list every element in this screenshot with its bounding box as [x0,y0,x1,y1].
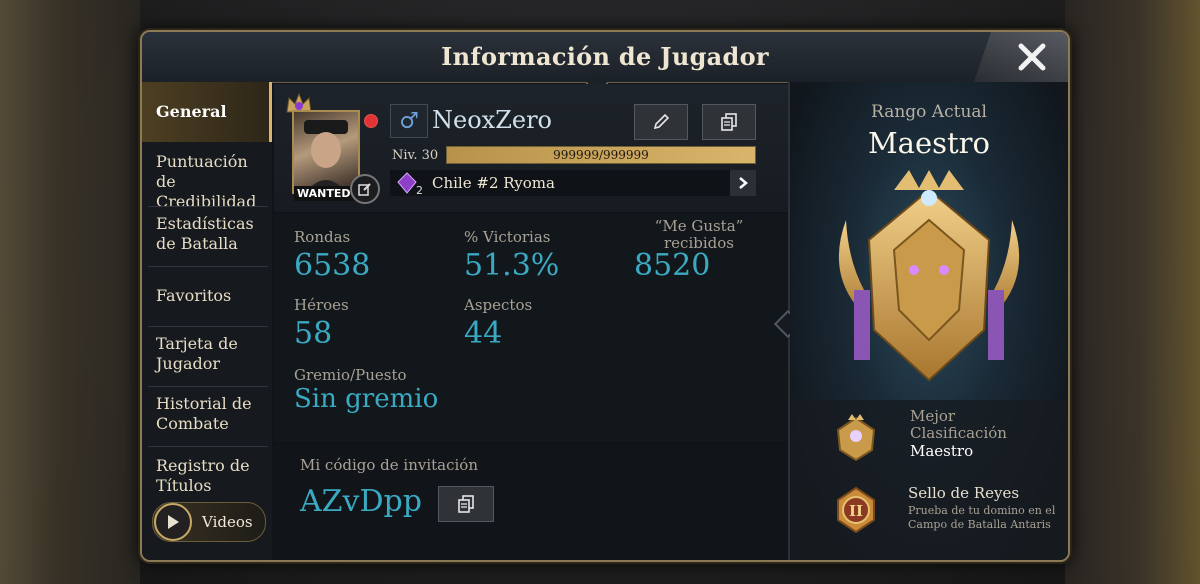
skins-label: Aspectos [464,296,533,314]
sidebar-item-label: Estadísticas de Batalla [156,214,254,253]
invite-label: Mi código de invitación [300,456,478,474]
sidebar-item-label: Favoritos [156,286,232,305]
avatar-image [292,110,360,194]
sidebar-item-label: Registro de Títulos [156,456,250,495]
avatar-tag: WANTED [294,186,354,201]
likes-label: “Me Gusta” recibidos [654,217,744,252]
sidebar-item-label: Tarjeta de Jugador [156,334,238,373]
sidebar-item-combat-history[interactable]: Historial de Combate [142,394,272,444]
profile-header: WANTED ♂ NeoxZero Niv. 30 999999/999999 … [274,84,789,212]
divider [148,386,268,387]
edit-avatar-button[interactable] [350,174,380,204]
guild-label: Gremio/Puesto [294,366,407,384]
heroes-label: Héroes [294,296,349,314]
likes-value: 8520 [634,248,711,283]
notification-dot [364,114,378,128]
stats-section: Rondas 6538 % Victorias 51.3% “Me Gusta”… [274,214,789,442]
regional-rank-row[interactable]: 2 Chile #2 Ryoma [390,170,756,196]
background-right [1065,0,1200,584]
sidebar-item-favorites[interactable]: Favoritos [142,286,272,316]
sidebar-item-credibility[interactable]: Puntuación de Credibilidad [142,152,272,211]
background-left [0,0,140,584]
sidebar-item-battle-stats[interactable]: Estadísticas de Batalla [142,214,272,264]
seal-number: II [849,502,863,520]
winrate-value: 51.3% [464,248,560,283]
best-rank-label: Mejor Clasificación [910,407,1007,442]
invite-code: AZvDpp [300,484,422,519]
king-seal-icon: II [837,486,875,534]
skins-value: 44 [464,316,503,351]
xp-bar: 999999/999999 [446,146,756,164]
divider [148,206,268,207]
best-rank-icon [836,414,876,462]
close-icon [1018,43,1046,71]
copy-profile-button[interactable] [702,104,756,140]
xp-text: 999999/999999 [553,148,649,162]
copy-icon [721,113,737,131]
divider [148,266,268,267]
invite-section: Mi código de invitación AZvDpp [274,444,789,560]
rank-name: Maestro [867,126,990,160]
rank-caption: Rango Actual [871,102,987,122]
panel-header: Información de Jugador [142,32,1068,83]
regional-rank-text: Chile #2 Ryoma [432,174,555,192]
master-rank-emblem-icon [838,170,1020,382]
page-title: Información de Jugador [441,42,769,71]
sidebar: General Puntuación de Credibilidad Estad… [142,82,272,560]
videos-label: Videos [202,513,253,531]
rank-badge-number: 2 [416,184,423,196]
level-label: Niv. 30 [392,148,439,163]
best-rank-value: Maestro [910,442,974,460]
videos-button[interactable]: Videos [152,502,266,542]
male-icon: ♂ [390,104,428,138]
avatar[interactable]: WANTED [286,92,380,204]
sidebar-item-label: General [156,102,227,121]
seal-title: Sello de Reyes [908,484,1020,502]
player-name: NeoxZero [432,106,552,134]
sidebar-item-label: Puntuación de Credibilidad [156,152,257,211]
divider [148,446,268,447]
player-portrait-icon [304,120,348,192]
rank-badge-icon: 2 [397,172,423,196]
winrate-label: % Victorias [464,228,551,246]
sidebar-item-label: Historial de Combate [156,394,252,433]
pencil-icon [653,113,670,130]
rank-panel: Rango Actual Maestro Mejor Clasificación… [790,82,1068,560]
seal-description: Prueba de tu domino en el Campo de Batal… [908,504,1056,531]
guild-value: Sin gremio [294,384,439,414]
copy-icon [458,495,474,513]
rank-details: Mejor Clasificación Maestro II Sello de … [790,400,1068,560]
rounds-value: 6538 [294,248,371,283]
rounds-label: Rondas [294,228,351,246]
copy-invite-button[interactable] [438,486,494,522]
divider [148,326,268,327]
sidebar-item-titles[interactable]: Registro de Títulos [142,456,272,506]
play-icon [154,503,192,541]
edit-icon [358,183,371,196]
close-button[interactable] [974,32,1068,82]
edit-name-button[interactable] [634,104,688,140]
chevron-right-icon[interactable] [730,170,756,196]
heroes-value: 58 [294,316,333,351]
sidebar-item-general[interactable]: General [142,82,272,142]
sidebar-item-player-card[interactable]: Tarjeta de Jugador [142,334,272,384]
player-info-panel: Información de Jugador General Puntuació… [140,30,1070,562]
